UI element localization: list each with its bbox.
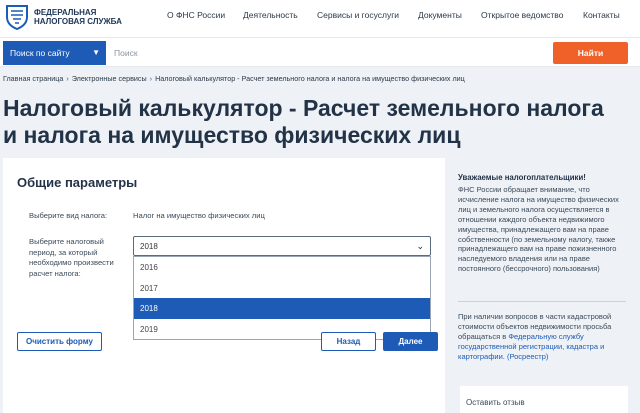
info-sidebar: Уважаемые налогоплательщики! ФНС России … bbox=[453, 158, 630, 413]
tax-period-label: Выберите налоговый период, за который не… bbox=[29, 237, 114, 278]
page-title: Налоговый калькулятор - Расчет земельног… bbox=[3, 95, 604, 148]
nav-contacts[interactable]: Контакты bbox=[583, 10, 620, 20]
tax-period-options: 2016 2017 2018 2019 bbox=[133, 256, 431, 340]
fns-emblem-icon[interactable] bbox=[4, 3, 30, 31]
chevron-right-icon: › bbox=[149, 74, 153, 83]
site-header: ФЕДЕРАЛЬНАЯ НАЛОГОВАЯ СЛУЖБА О ФНС Росси… bbox=[0, 0, 640, 37]
chevron-down-icon: ⌄ bbox=[416, 241, 424, 251]
tax-period-selected: 2018 bbox=[140, 242, 158, 251]
sidebar-notice-text: ФНС России обращает внимание, что исчисл… bbox=[458, 185, 619, 274]
form-section-title: Общие параметры bbox=[17, 175, 138, 190]
tax-type-value: Налог на имущество физических лиц bbox=[133, 211, 265, 220]
back-button[interactable]: Назад bbox=[321, 332, 376, 351]
chevron-down-icon: ▼ bbox=[92, 48, 100, 57]
breadcrumb-home[interactable]: Главная страница bbox=[3, 74, 63, 83]
tax-period-option-2017[interactable]: 2017 bbox=[134, 278, 430, 299]
calculator-form: Общие параметры Выберите вид налога: Нал… bbox=[3, 158, 445, 413]
breadcrumb-current: Налоговый калькулятор - Расчет земельног… bbox=[155, 74, 465, 83]
chevron-right-icon: › bbox=[66, 74, 69, 83]
brand-line-1: ФЕДЕРАЛЬНАЯ bbox=[34, 8, 97, 17]
sidebar-heading: Уважаемые налогоплательщики! bbox=[458, 173, 586, 182]
nav-services[interactable]: Сервисы и госуслуги bbox=[317, 10, 399, 20]
search-scope-dropdown[interactable]: Поиск по сайту ▼ bbox=[3, 41, 106, 65]
clear-form-button[interactable]: Очистить форму bbox=[17, 332, 102, 351]
sidebar-contact-text: При наличии вопросов в части кадастровой… bbox=[458, 312, 628, 362]
breadcrumb-eservices[interactable]: Электронные сервисы bbox=[72, 74, 147, 83]
brand-name[interactable]: ФЕДЕРАЛЬНАЯ НАЛОГОВАЯ СЛУЖБА bbox=[34, 8, 122, 26]
sidebar-divider bbox=[458, 301, 626, 302]
tax-period-option-2016[interactable]: 2016 bbox=[134, 257, 430, 278]
brand-line-2: НАЛОГОВАЯ СЛУЖБА bbox=[34, 17, 122, 26]
tax-period-option-2018[interactable]: 2018 bbox=[134, 298, 430, 319]
nav-about[interactable]: О ФНС России bbox=[167, 10, 225, 20]
tax-type-label: Выберите вид налога: bbox=[29, 211, 108, 220]
search-input[interactable] bbox=[108, 41, 546, 65]
search-scope-label: Поиск по сайту bbox=[10, 48, 70, 58]
feedback-button[interactable]: Оставить отзыв bbox=[460, 386, 628, 413]
search-button[interactable]: Найти bbox=[553, 42, 628, 64]
search-bar: Поиск по сайту ▼ Найти bbox=[0, 37, 640, 67]
nav-open-agency[interactable]: Открытое ведомство bbox=[481, 10, 563, 20]
nav-documents[interactable]: Документы bbox=[418, 10, 462, 20]
tax-period-select[interactable]: 2018 ⌄ bbox=[133, 236, 431, 256]
nav-activity[interactable]: Деятельность bbox=[243, 10, 298, 20]
breadcrumb: Главная страница › Электронные сервисы › Нал… bbox=[3, 74, 465, 83]
next-button[interactable]: Далее bbox=[383, 332, 438, 351]
